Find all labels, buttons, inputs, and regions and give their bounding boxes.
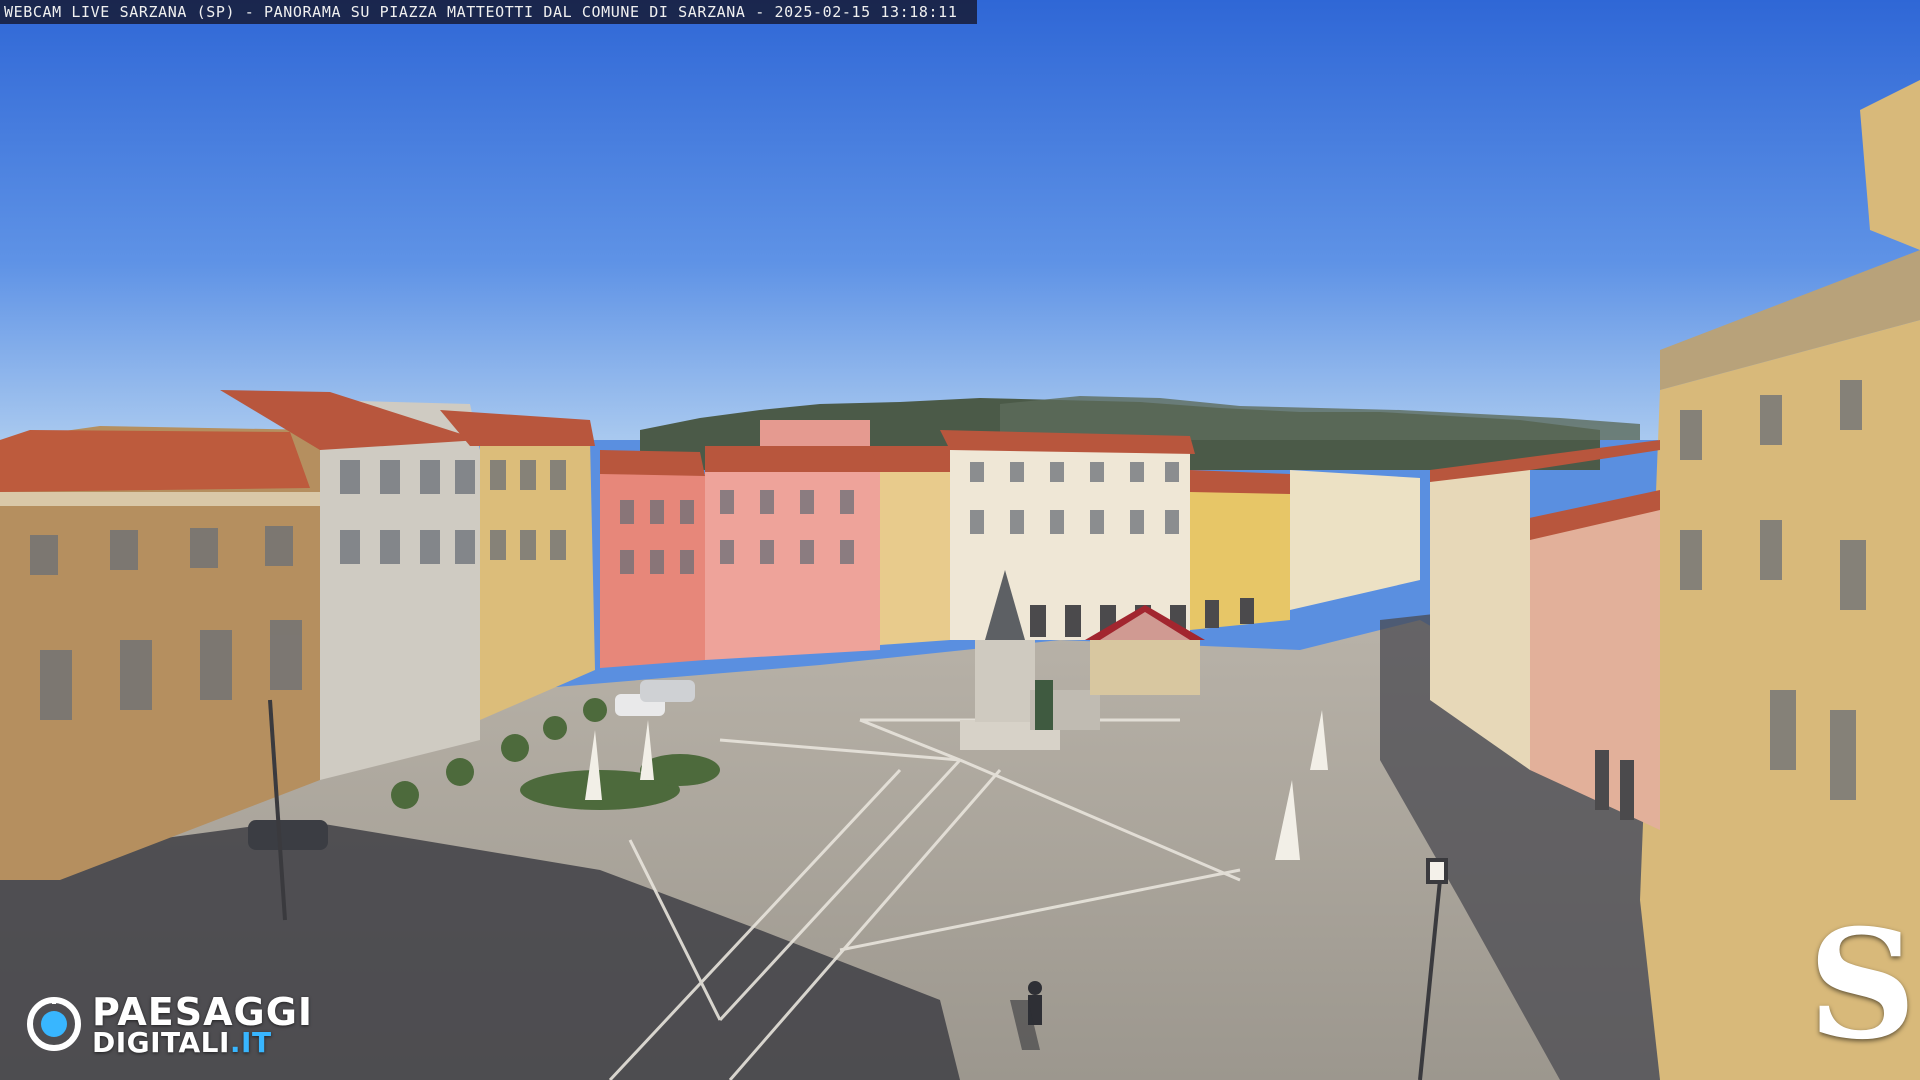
piazza-scene	[0, 0, 1920, 1080]
webcam-frame: WEBCAM LIVE SARZANA (SP) - PANORAMA SU P…	[0, 0, 1920, 1080]
sarzana-s-logo: S	[1808, 897, 1917, 1073]
logo-text-domain: .IT	[229, 1026, 272, 1059]
logo-text-digitali: DIGITALI.IT	[92, 1026, 272, 1059]
webcam-caption: WEBCAM LIVE SARZANA (SP) - PANORAMA SU P…	[0, 0, 978, 24]
sky	[0, 0, 1920, 440]
paesaggi-digitali-logo: PAESAGGI DIGITALI.IT	[26, 990, 346, 1060]
building-pink	[600, 420, 880, 668]
eye-icon	[27, 997, 81, 1051]
building-center-yellow	[870, 446, 950, 645]
logo-text-digitali-main: DIGITALI	[92, 1026, 230, 1059]
